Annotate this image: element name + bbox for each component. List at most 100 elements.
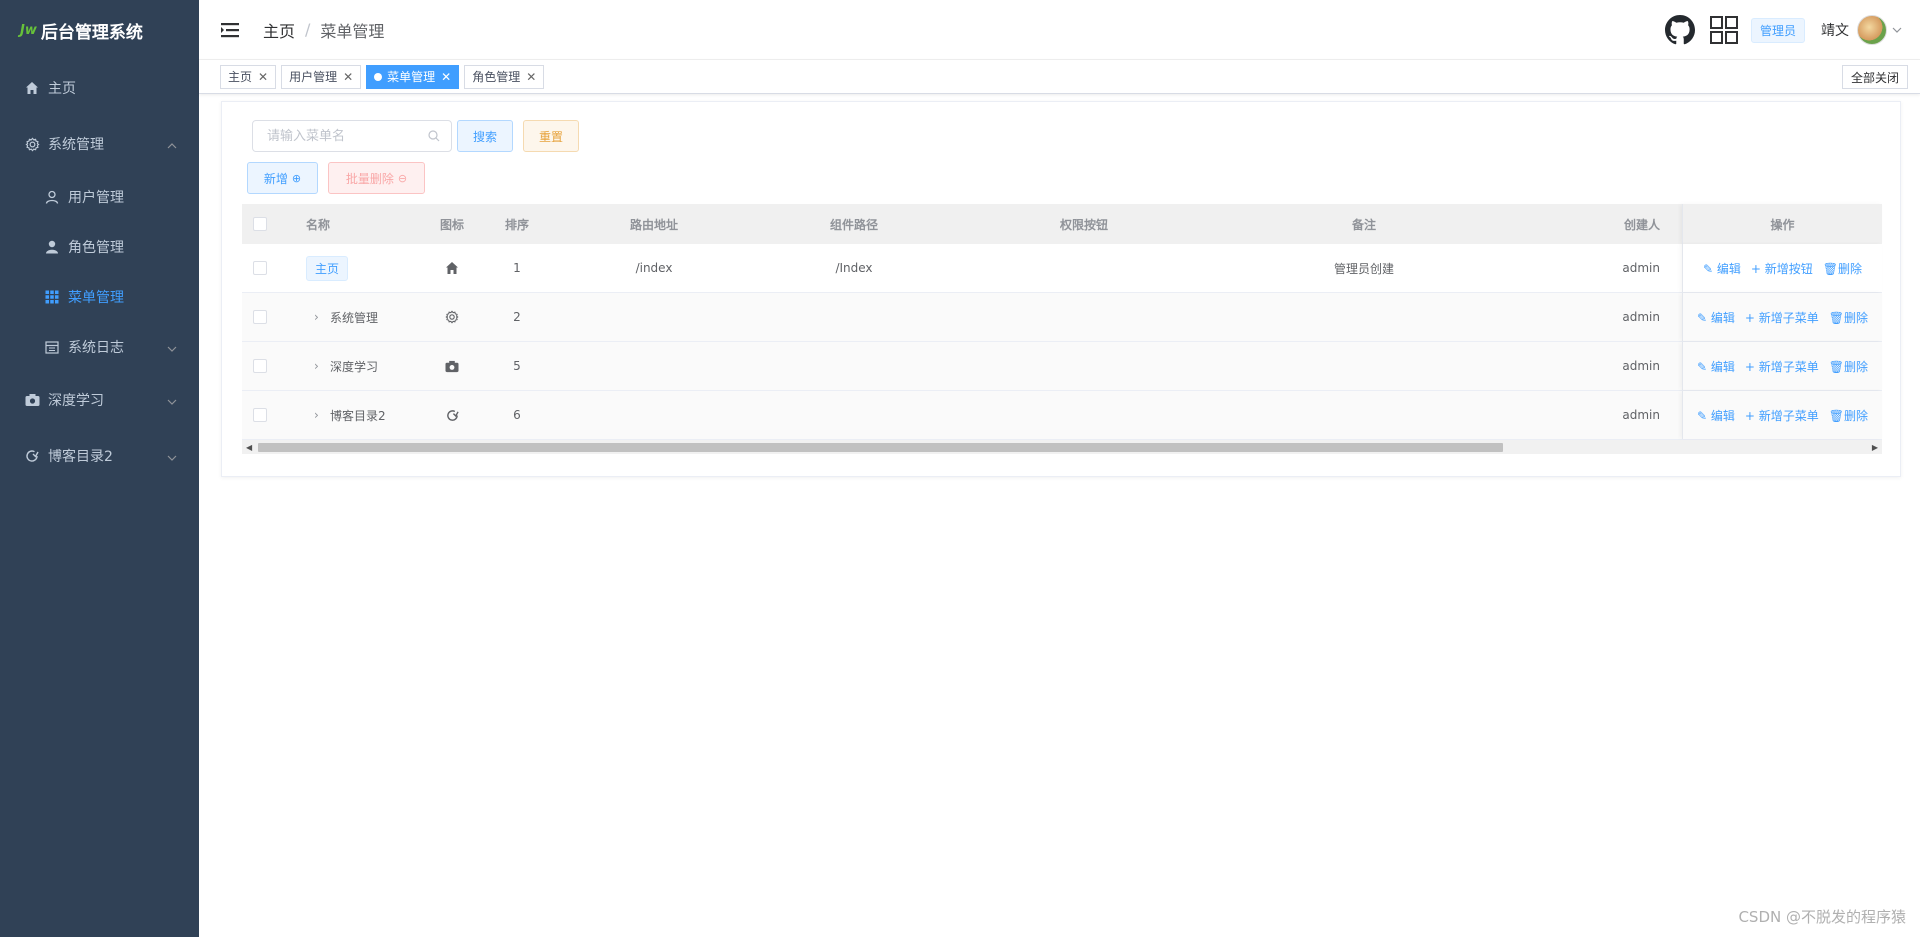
chevron-down-icon — [167, 342, 177, 352]
header-sort: 排序 — [504, 217, 529, 232]
row-note — [1214, 342, 1514, 390]
github-icon[interactable] — [1664, 15, 1695, 45]
scrollbar-thumb[interactable] — [258, 443, 1503, 452]
row-path — [554, 391, 754, 439]
home-icon — [424, 244, 480, 292]
batch-delete-button[interactable]: 批量删除 ⊖ — [328, 162, 425, 194]
user-icon — [44, 189, 60, 205]
add-button-link[interactable]: + 新增按钮 — [1751, 260, 1813, 277]
expand-icon[interactable]: › — [314, 310, 324, 324]
row-checkbox[interactable] — [253, 359, 267, 373]
menu-table: 名称 图标 排序 路由地址 组件路径 权限按钮 备注 创建人 操作 主页 1 /… — [242, 204, 1882, 440]
row-permission — [954, 342, 1214, 390]
header-path: 路由地址 — [629, 217, 678, 232]
add-submenu-link[interactable]: + 新增子菜单 — [1745, 309, 1819, 326]
expand-icon[interactable]: › — [314, 408, 324, 422]
sidebar-item-label: 菜单管理 — [68, 290, 124, 306]
search-button[interactable]: 搜索 — [457, 120, 513, 152]
sidebar-item-home[interactable]: 主页 — [0, 60, 199, 116]
close-icon[interactable]: ✕ — [258, 70, 268, 84]
tag-users[interactable]: 用户管理 ✕ — [281, 64, 362, 89]
header-checkbox-cell — [242, 204, 278, 244]
row-note — [1214, 391, 1514, 439]
row-checkbox-cell — [242, 342, 278, 390]
row-creator: admin — [1622, 261, 1660, 275]
edit-link[interactable]: ✎ 编辑 — [1697, 358, 1735, 375]
chevron-down-icon — [167, 451, 177, 461]
calendar-icon — [44, 339, 60, 355]
username[interactable]: 靖文 — [1821, 20, 1849, 40]
row-checkbox[interactable] — [253, 310, 267, 324]
row-name-cell: 主页 — [278, 244, 424, 292]
row-operations: ✎ 编辑 + 新增子菜单 🗑删除 — [1682, 342, 1882, 390]
header-right: 管理员 靖文 — [1664, 0, 1902, 60]
add-button[interactable]: 新增 ⊕ — [247, 162, 318, 194]
grid-icon — [44, 289, 60, 305]
chevron-down-icon — [167, 395, 177, 405]
row-checkbox[interactable] — [253, 261, 267, 275]
sidebar-item-menus[interactable]: 菜单管理 — [0, 272, 199, 322]
edit-link[interactable]: ✎ 编辑 — [1697, 407, 1735, 424]
avatar[interactable] — [1857, 15, 1887, 45]
add-submenu-link[interactable]: + 新增子菜单 — [1745, 358, 1819, 375]
edit-label: 编辑 — [1716, 261, 1741, 276]
app-logo[interactable]: Jw 后台管理系统 — [0, 0, 199, 60]
row-checkbox[interactable] — [253, 408, 267, 422]
header-component: 组件路径 — [829, 217, 878, 232]
row-sort: 1 — [513, 261, 521, 275]
close-icon[interactable]: ✕ — [526, 70, 536, 84]
search-input[interactable] — [252, 120, 452, 152]
table-horizontal-scrollbar[interactable]: ◀ ▶ — [242, 440, 1882, 454]
table-row: › 博客目录2 6 admin ✎ 编辑 + 新增子菜单 🗑删除 — [242, 391, 1882, 440]
delete-link[interactable]: 🗑删除 — [1829, 407, 1868, 424]
sidebar-item-label: 角色管理 — [68, 240, 124, 256]
row-name-cell: › 系统管理 — [278, 293, 424, 341]
sidebar-item-logs[interactable]: 系统日志 — [0, 322, 199, 372]
batch-delete-label: 批量删除 — [345, 171, 394, 186]
close-icon[interactable]: ✕ — [441, 70, 451, 84]
sidebar-item-blog[interactable]: 博客目录2 — [0, 428, 199, 484]
close-icon[interactable]: ✕ — [343, 70, 353, 84]
sidebar-item-roles[interactable]: 角色管理 — [0, 222, 199, 272]
gear-icon — [424, 293, 480, 341]
expand-icon[interactable]: › — [314, 359, 324, 373]
table-header: 名称 图标 排序 路由地址 组件路径 权限按钮 备注 创建人 操作 — [242, 204, 1882, 244]
tag-roles[interactable]: 角色管理 ✕ — [464, 64, 545, 89]
scroll-left-icon[interactable]: ◀ — [246, 443, 252, 452]
delete-label: 删除 — [1844, 408, 1869, 423]
edit-label: 编辑 — [1710, 359, 1735, 374]
tag-home[interactable]: 主页 ✕ — [220, 64, 277, 89]
tag-menus[interactable]: 菜单管理 ✕ — [366, 64, 460, 89]
sidebar-item-system[interactable]: 系统管理 — [0, 116, 199, 172]
add-label: 新增子菜单 — [1758, 359, 1819, 374]
chevron-down-icon[interactable] — [1892, 25, 1902, 35]
sidebar: Jw 后台管理系统 主页 系统管理 用户管理 角色管理 菜单管理 系统日志 深度… — [0, 0, 199, 937]
row-permission — [954, 244, 1214, 292]
sidebar-item-deep-learning[interactable]: 深度学习 — [0, 372, 199, 428]
close-all-button[interactable]: 全部关闭 — [1841, 65, 1908, 89]
delete-link[interactable]: 🗑删除 — [1829, 358, 1868, 375]
delete-link[interactable]: 🗑删除 — [1829, 309, 1868, 326]
delete-link[interactable]: 🗑删除 — [1823, 260, 1862, 277]
row-path: /index — [635, 261, 673, 275]
gear-icon — [24, 136, 40, 152]
row-sort: 6 — [513, 408, 521, 422]
row-name-cell: › 博客目录2 — [278, 391, 424, 439]
hamburger-icon[interactable] — [221, 20, 241, 40]
scroll-right-icon[interactable]: ▶ — [1872, 443, 1878, 452]
watermark: CSDN @不脱发的程序猿 — [1738, 908, 1906, 926]
refresh-icon — [24, 448, 40, 464]
header-permission: 权限按钮 — [1059, 217, 1108, 232]
edit-link[interactable]: ✎ 编辑 — [1703, 260, 1741, 277]
fullscreen-icon[interactable] — [1709, 15, 1739, 45]
edit-link[interactable]: ✎ 编辑 — [1697, 309, 1735, 326]
row-name-cell: › 深度学习 — [278, 342, 424, 390]
select-all-checkbox[interactable] — [253, 217, 267, 231]
sidebar-item-label: 系统管理 — [48, 137, 104, 153]
add-submenu-link[interactable]: + 新增子菜单 — [1745, 407, 1819, 424]
breadcrumb-home[interactable]: 主页 — [263, 18, 295, 42]
sidebar-item-users[interactable]: 用户管理 — [0, 172, 199, 222]
reset-button[interactable]: 重置 — [523, 120, 579, 152]
plus-circle-icon: ⊕ — [291, 171, 302, 185]
row-component — [754, 293, 954, 341]
